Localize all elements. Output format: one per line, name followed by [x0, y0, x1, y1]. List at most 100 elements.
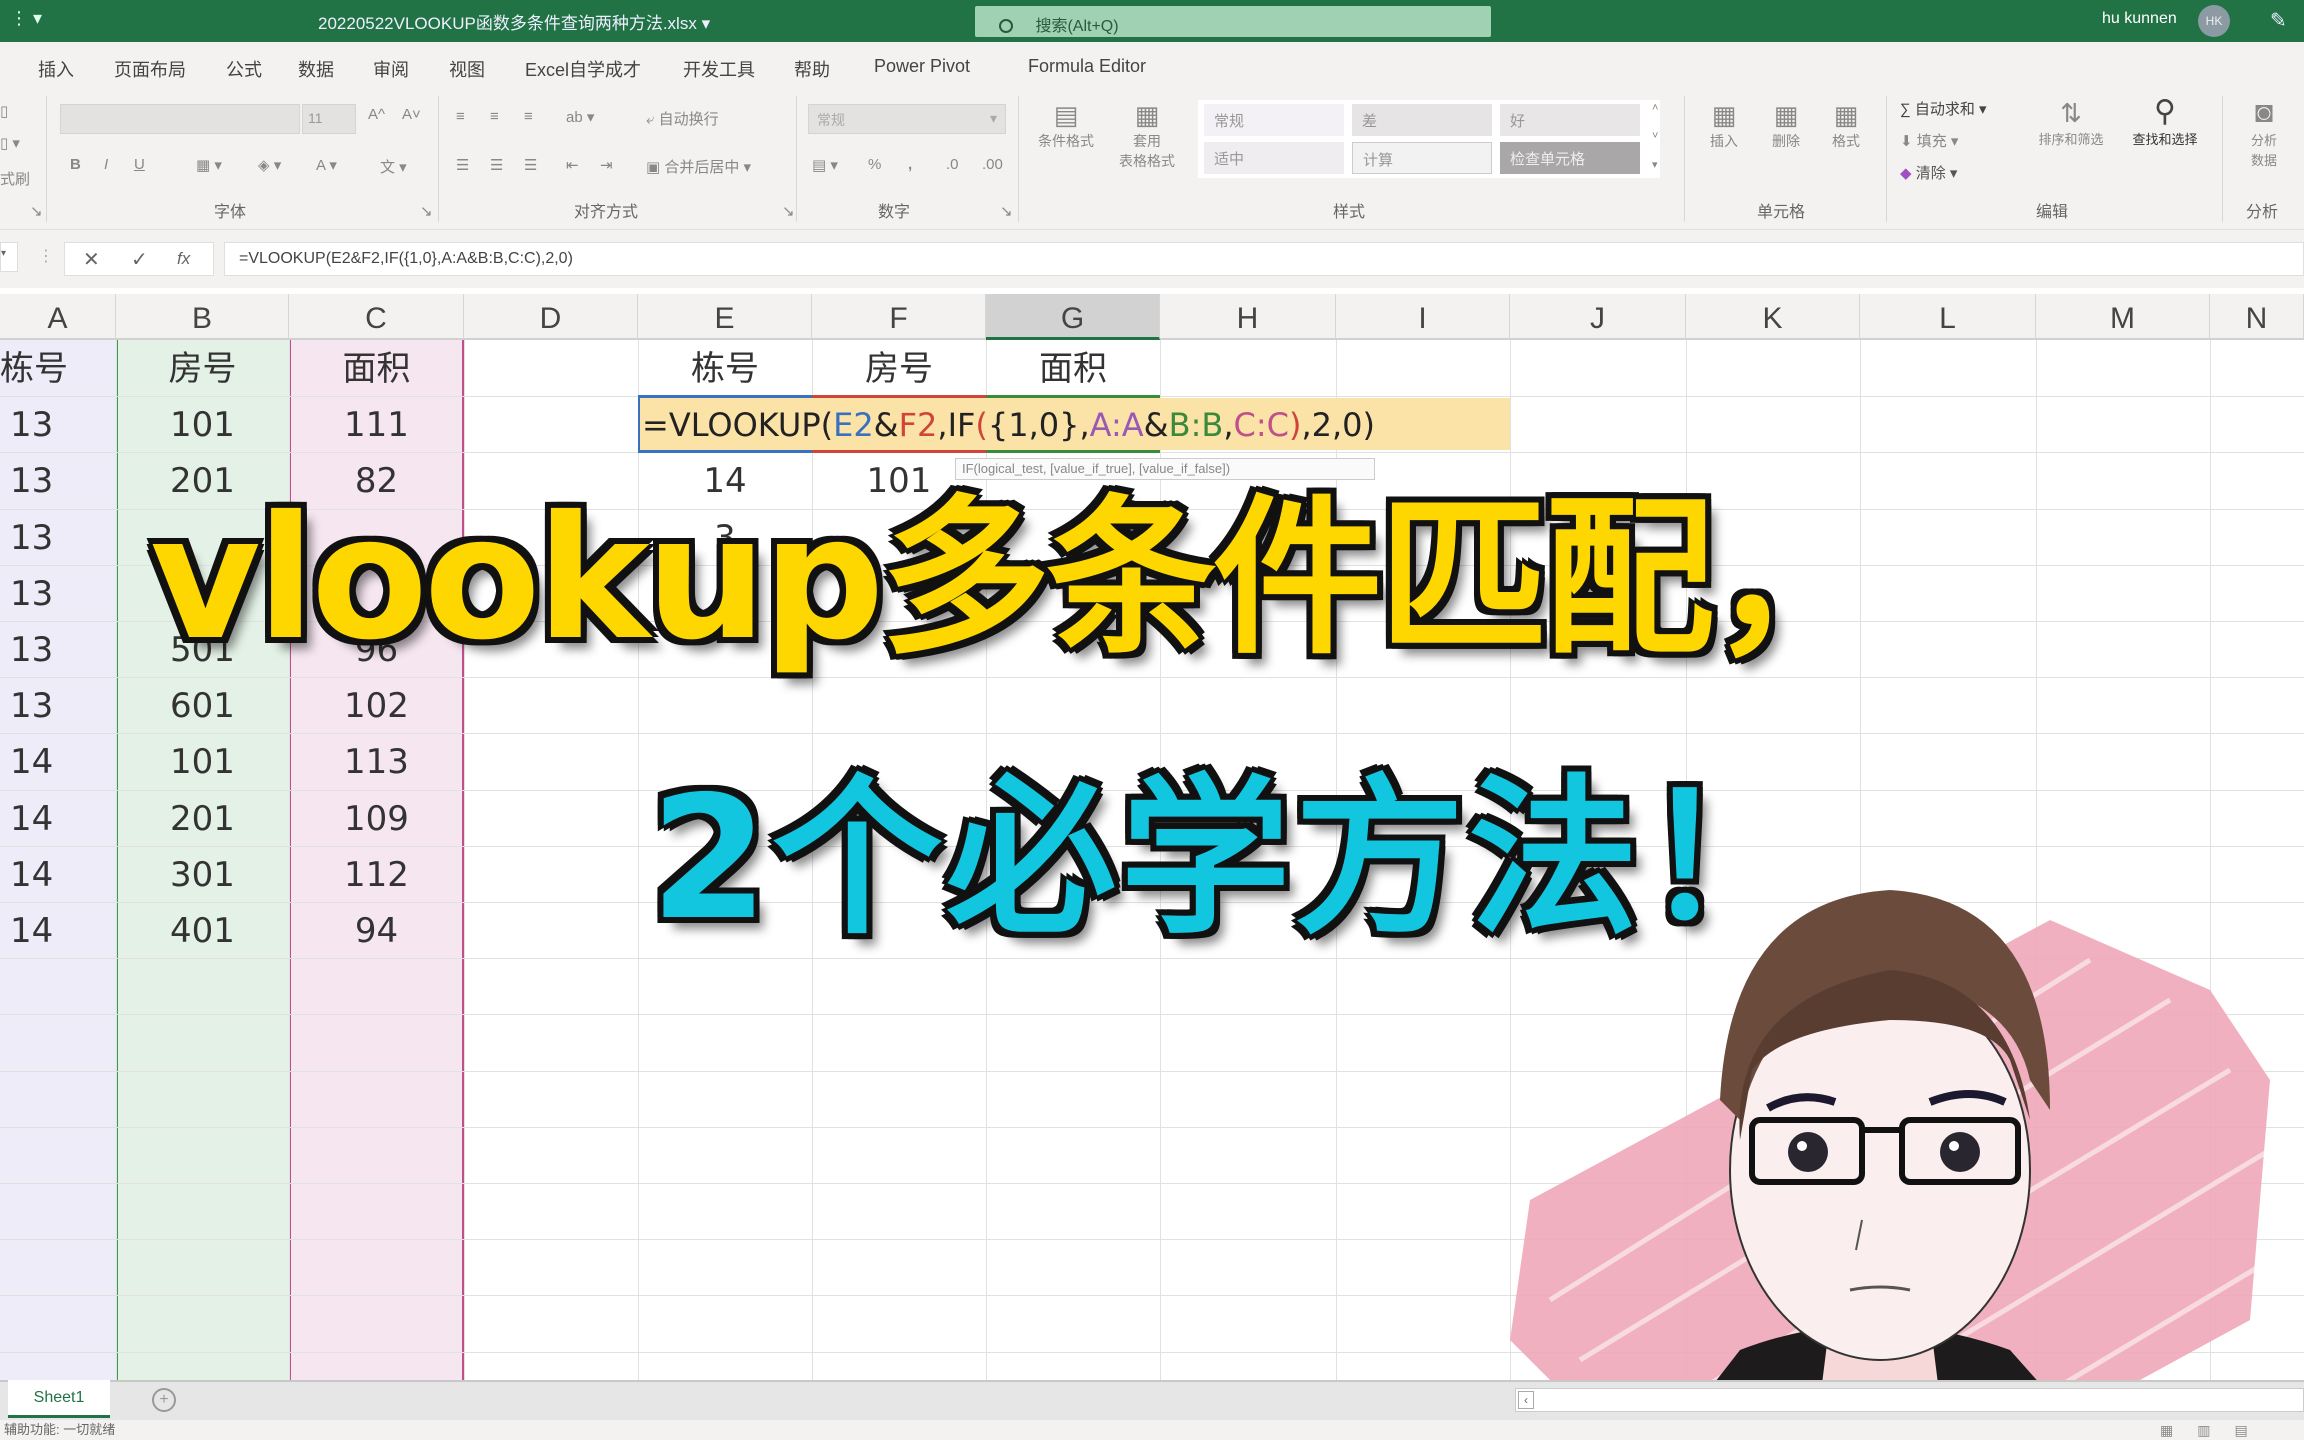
add-sheet-button[interactable]: +	[152, 1388, 176, 1412]
user-name[interactable]: hu kunnen	[2102, 10, 2177, 28]
tab-page-layout[interactable]: 页面布局	[114, 56, 186, 82]
delete-cells-button[interactable]: ▦ 删除	[1762, 100, 1810, 151]
style-neutral[interactable]: 适中	[1204, 142, 1344, 174]
gallery-expand[interactable]: ▾	[1652, 158, 1658, 171]
font-size-select[interactable]: 11	[302, 104, 356, 134]
normal-view-icon[interactable]: ▦	[2160, 1422, 2197, 1438]
user-avatar[interactable]: HK	[2198, 5, 2230, 37]
style-calculation[interactable]: 计算	[1352, 142, 1492, 174]
tab-formula-editor[interactable]: Formula Editor	[1028, 56, 1146, 77]
tab-developer[interactable]: 开发工具	[683, 56, 755, 82]
sheet-tab-sheet1[interactable]: Sheet1	[8, 1380, 110, 1418]
source-data-cell[interactable]: 101	[116, 733, 289, 789]
italic-button[interactable]: I	[104, 156, 108, 173]
tab-help[interactable]: 帮助	[794, 56, 830, 82]
source-data-cell[interactable]: 13	[0, 452, 116, 508]
align-center-icon[interactable]: ☰	[490, 156, 503, 174]
horizontal-scrollbar[interactable]: ‹	[1515, 1388, 2304, 1412]
clipboard-copy-icon[interactable]: ▯	[0, 102, 8, 120]
tab-view[interactable]: 视图	[449, 56, 485, 82]
tab-data[interactable]: 数据	[298, 56, 334, 82]
source-data-cell[interactable]: 14	[0, 902, 116, 958]
format-painter-label[interactable]: 式刷	[0, 168, 30, 189]
font-name-select[interactable]	[60, 104, 300, 134]
column-header-f[interactable]: F	[812, 294, 986, 340]
align-bottom-icon[interactable]: ≡	[524, 108, 533, 125]
orientation-icon[interactable]: ab ▾	[566, 108, 594, 126]
font-launcher-icon[interactable]: ↘	[420, 202, 433, 220]
find-select-button[interactable]: ⚲ 查找和选择	[2120, 94, 2210, 149]
lookup-header-cell[interactable]: 面积	[986, 340, 1160, 396]
source-data-cell[interactable]: 13	[0, 396, 116, 452]
source-data-cell[interactable]: 113	[289, 733, 464, 789]
drag-handle-icon[interactable]: ⋮	[38, 246, 54, 266]
tab-formulas[interactable]: 公式	[226, 56, 262, 82]
source-data-cell[interactable]: 14	[0, 790, 116, 846]
sort-filter-button[interactable]: ⇅ 排序和筛选	[2026, 98, 2116, 149]
font-color-icon[interactable]: A ▾	[316, 156, 337, 174]
analyze-data-button[interactable]: ◙ 分析 数据	[2232, 96, 2296, 170]
scroll-left-icon[interactable]: ‹	[1518, 1391, 1534, 1409]
comma-style-button[interactable]: ,	[908, 156, 912, 173]
column-header-k[interactable]: K	[1686, 294, 1860, 340]
gallery-scroll-up[interactable]: ˄	[1652, 102, 1658, 114]
style-good[interactable]: 好	[1500, 104, 1640, 136]
formula-input[interactable]: =VLOOKUP(E2&F2,IF({1,0},A:A&B:B,C:C),2,0…	[224, 242, 2304, 276]
wrap-text-button[interactable]: ⤶ 自动换行	[646, 108, 719, 129]
style-check-cell[interactable]: 检查单元格	[1500, 142, 1640, 174]
number-launcher-icon[interactable]: ↘	[1000, 202, 1013, 220]
source-data-cell[interactable]: 13	[0, 677, 116, 733]
source-data-cell[interactable]: 301	[116, 846, 289, 902]
source-data-cell[interactable]: 94	[289, 902, 464, 958]
bold-button[interactable]: B	[70, 156, 81, 173]
percent-style-button[interactable]: %	[868, 156, 881, 173]
number-format-select[interactable]: 常规 ▾	[808, 104, 1006, 134]
column-header-i[interactable]: I	[1336, 294, 1510, 340]
align-middle-icon[interactable]: ≡	[490, 108, 499, 125]
tab-excel-self-study[interactable]: Excel自学成才	[525, 56, 641, 82]
quick-access-dropdown-icon[interactable]: ⋮ ▾	[10, 8, 42, 29]
format-as-table-button[interactable]: ▦ 套用 表格格式	[1112, 100, 1182, 171]
source-data-cell[interactable]: 14	[0, 733, 116, 789]
column-header-l[interactable]: L	[1860, 294, 2036, 340]
increase-indent-icon[interactable]: ⇥	[600, 156, 613, 174]
border-icon[interactable]: ▦ ▾	[196, 156, 222, 174]
source-header-cell[interactable]: 栋号	[0, 340, 116, 396]
clear-button[interactable]: ◆ 清除 ▾	[1900, 162, 1957, 183]
source-data-cell[interactable]: 109	[289, 790, 464, 846]
decrease-decimal-icon[interactable]: .00	[982, 156, 1003, 173]
tab-review[interactable]: 审阅	[373, 56, 409, 82]
merge-center-button[interactable]: ▣ 合并后居中 ▾	[646, 156, 751, 177]
fill-color-icon[interactable]: ◈ ▾	[258, 156, 281, 174]
cancel-icon[interactable]: ✕	[83, 247, 100, 272]
source-header-cell[interactable]: 房号	[116, 340, 289, 396]
insert-cells-button[interactable]: ▦ 插入	[1700, 100, 1748, 151]
pen-icon[interactable]: ✎	[2270, 8, 2287, 33]
underline-button[interactable]: U	[134, 156, 145, 173]
alignment-launcher-icon[interactable]: ↘	[782, 202, 795, 220]
column-header-c[interactable]: C	[289, 294, 464, 340]
name-box[interactable]: ▾	[0, 242, 18, 272]
source-data-cell[interactable]: 14	[0, 846, 116, 902]
phonetic-icon[interactable]: 文 ▾	[380, 156, 407, 177]
column-header-h[interactable]: H	[1160, 294, 1336, 340]
source-data-cell[interactable]: 13	[0, 509, 116, 565]
increase-decimal-icon[interactable]: .0	[946, 156, 959, 173]
insert-function-icon[interactable]: fx	[177, 249, 190, 269]
column-header-g[interactable]: G	[986, 294, 1160, 340]
source-data-cell[interactable]: 13	[0, 565, 116, 621]
lookup-header-cell[interactable]: 房号	[812, 340, 986, 396]
accounting-format-icon[interactable]: ▤ ▾	[812, 156, 838, 174]
column-header-b[interactable]: B	[116, 294, 289, 340]
style-normal[interactable]: 常规	[1204, 104, 1344, 136]
document-title[interactable]: 20220522VLOOKUP函数多条件查询两种方法.xlsx ▾	[318, 9, 710, 34]
autosum-button[interactable]: ∑ 自动求和 ▾	[1900, 98, 1987, 119]
clipboard-copy-dropdown[interactable]: ▯ ▾	[0, 134, 20, 152]
tab-power-pivot[interactable]: Power Pivot	[874, 56, 970, 77]
column-header-n[interactable]: N	[2210, 294, 2304, 340]
source-data-cell[interactable]: 201	[116, 790, 289, 846]
column-header-e[interactable]: E	[638, 294, 812, 340]
decrease-indent-icon[interactable]: ⇤	[566, 156, 579, 174]
source-header-cell[interactable]: 面积	[289, 340, 464, 396]
decrease-font-icon[interactable]: A˅	[402, 106, 421, 123]
